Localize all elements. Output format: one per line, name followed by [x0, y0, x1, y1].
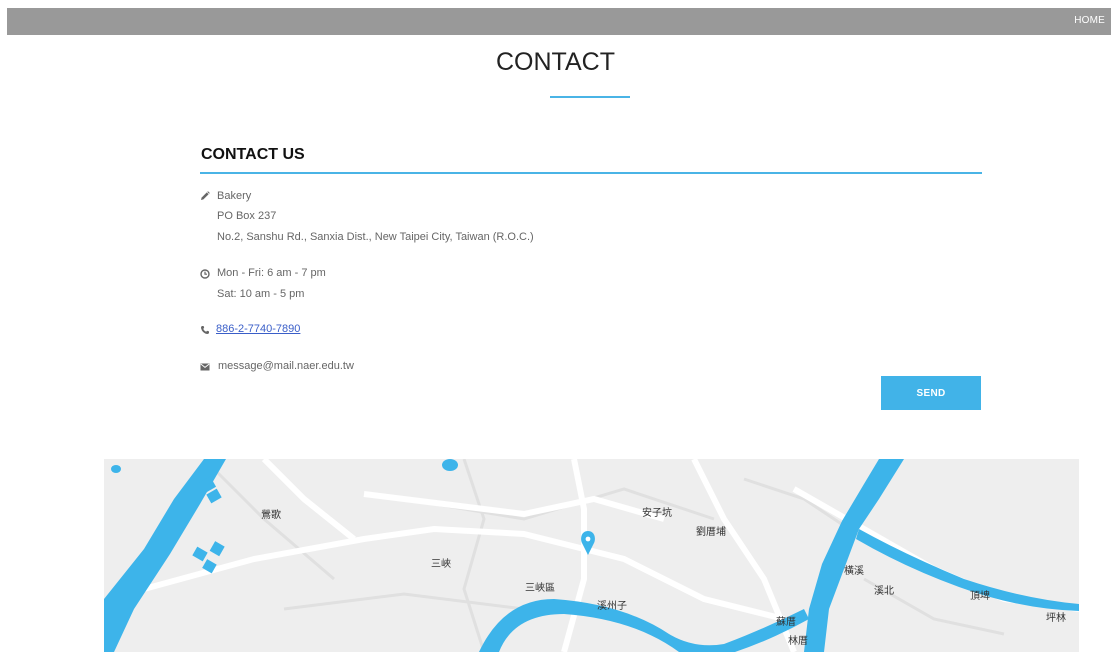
map-label: 溪州子 — [597, 601, 627, 612]
pencil-icon — [201, 191, 210, 200]
address-po-box: PO Box 237 — [217, 210, 277, 222]
map-canvas — [104, 459, 1079, 652]
phone-icon — [200, 326, 209, 335]
map-label: 三峽 — [431, 559, 451, 570]
map-label: 溪北 — [874, 586, 894, 597]
location-map[interactable]: 鶯歌 三峽 三峽區 溪州子 安子坑 劉厝埔 橫溪 溪北 頂埤 蘇厝 林厝 坪林 — [104, 459, 1079, 652]
section-divider — [200, 172, 982, 174]
map-label: 頂埤 — [970, 591, 990, 602]
map-label: 林厝 — [788, 636, 808, 647]
envelope-icon — [200, 363, 210, 371]
send-button[interactable]: SEND — [881, 376, 981, 410]
hours-saturday: Sat: 10 am - 5 pm — [217, 288, 305, 300]
hours-weekday: Mon - Fri: 6 am - 7 pm — [217, 267, 326, 279]
map-label: 蘇厝 — [776, 617, 796, 628]
map-label: 安子坑 — [642, 508, 672, 519]
email-address: message@mail.naer.edu.tw — [218, 360, 354, 372]
map-label: 劉厝埔 — [696, 527, 726, 538]
page-title: CONTACT — [496, 48, 615, 76]
map-label: 鶯歌 — [261, 510, 281, 521]
map-label: 三峽區 — [525, 583, 555, 594]
map-label: 坪林 — [1046, 613, 1066, 624]
contact-us-heading: CONTACT US — [201, 146, 305, 163]
address-street: No.2, Sanshu Rd., Sanxia Dist., New Taip… — [217, 231, 534, 243]
phone-number-link[interactable]: 886-2-7740-7890 — [216, 323, 300, 335]
address-name: Bakery — [217, 190, 252, 202]
nav-home-link[interactable]: HOME — [1074, 15, 1105, 26]
title-underline — [550, 96, 630, 98]
clock-icon — [200, 269, 210, 279]
top-navigation-bar: HOME — [7, 8, 1111, 35]
map-label: 橫溪 — [844, 566, 864, 577]
